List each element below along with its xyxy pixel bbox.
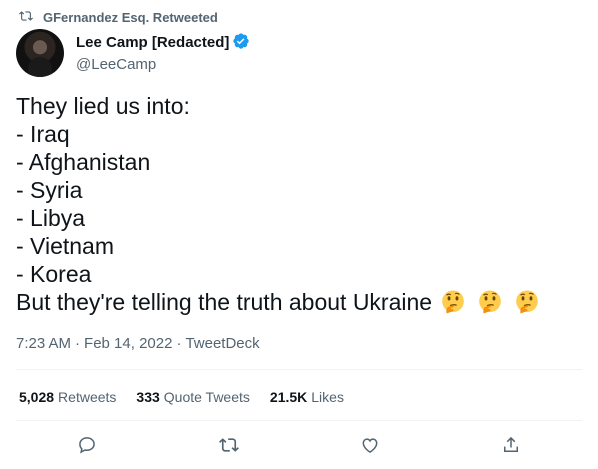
tweet-stats: 5,028 Retweets 333 Quote Tweets 21.5K Likes [19,387,344,407]
meta-separator: · [176,334,182,352]
tweet-line: - Syria [16,177,83,203]
reply-button[interactable] [74,432,100,458]
thinking-face-icon [479,290,501,314]
quote-tweets-stat[interactable]: 333 Quote Tweets [136,389,250,405]
tweet-time[interactable]: 7:23 AM [16,335,71,352]
tweet-line: - Vietnam [16,233,115,259]
meta-separator: · [75,334,81,352]
likes-stat[interactable]: 21.5K Likes [270,389,344,405]
author-display-name[interactable]: Lee Camp [Redacted] [76,33,229,53]
retweet-icon [219,438,239,452]
likes-count: 21.5K [269,389,308,405]
tweet-meta: 7:23 AM · Feb 14, 2022 · TweetDeck [16,334,260,352]
like-icon [362,438,378,453]
retweet-context[interactable]: GFernandez Esq. Retweeted [19,9,218,25]
retweet-icon [19,9,33,26]
tweet-line: - Korea [16,261,92,287]
retweets-stat[interactable]: 5,028 Retweets [19,389,116,405]
likes-label: Likes [311,389,344,405]
thinking-face-icon [516,290,538,314]
like-button[interactable] [357,432,383,458]
tweet-line: - Afghanistan [16,149,151,175]
share-button[interactable] [498,432,524,458]
quote-tweets-label: Quote Tweets [163,389,250,405]
retweets-label: Retweets [58,389,117,405]
tweet-text: They lied us into: - Iraq - Afghanistan … [16,92,586,316]
tweet-source[interactable]: TweetDeck [185,335,259,352]
tweet-actions [0,432,598,458]
retweet-context-text: GFernandez Esq. Retweeted [43,9,218,25]
divider [16,369,582,370]
reply-icon [79,437,95,454]
avatar[interactable] [16,29,64,77]
tweet-line: But they're telling the truth about Ukra… [16,289,433,315]
verified-badge-icon [232,32,250,55]
quote-tweets-count: 333 [136,389,160,405]
tweet-date[interactable]: Feb 14, 2022 [84,335,172,352]
tweet-author[interactable]: Lee Camp [Redacted] @LeeCamp [16,29,250,77]
retweet-button[interactable] [216,432,242,458]
tweet-line: They lied us into: [16,93,190,119]
author-handle[interactable]: @LeeCamp [76,55,250,75]
retweets-count: 5,028 [19,389,55,405]
thinking-face-icon [442,290,464,314]
emoji-group [440,289,540,315]
divider [16,420,582,421]
author-names: Lee Camp [Redacted] @LeeCamp [76,32,250,75]
share-icon [504,436,518,452]
tweet-line: - Iraq [16,121,70,147]
tweet-line: - Libya [16,205,86,231]
tweet-last-line: But they're telling the truth about Ukra… [16,288,586,316]
